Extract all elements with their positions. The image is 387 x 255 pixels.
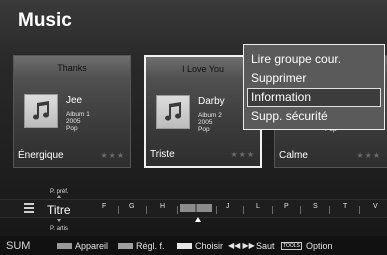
separator <box>146 206 147 214</box>
context-menu: Lire groupe cour. Supprimer Information … <box>243 44 385 130</box>
green-button-icon <box>118 243 133 249</box>
letter-f[interactable]: F <box>102 203 106 210</box>
letter-p[interactable]: P <box>284 203 289 210</box>
letter-g[interactable]: G <box>129 203 134 210</box>
sum-label: SUM <box>6 240 31 252</box>
music-screen: Music Thanks Jee Album 1 2005 Pop Énergi… <box>0 0 387 255</box>
menu-item-play-group[interactable]: Lire groupe cour. <box>247 50 381 69</box>
menu-item-remove-lock[interactable]: Supp. sécurité <box>247 107 381 126</box>
option-button[interactable]: Option <box>306 241 333 251</box>
footer-bar: SUM Appareil Régl. f. Choisir ◀◀ ▶▶ Saut… <box>0 236 387 255</box>
letter-s[interactable]: S <box>313 203 318 210</box>
sort-up-arrow-icon <box>57 195 61 198</box>
device-button[interactable]: Appareil <box>75 241 108 251</box>
card-meta: Album 2 2005 Pop <box>198 112 222 133</box>
sort-down-arrow-icon <box>57 219 61 222</box>
skip-arrows-icon: ◀◀ ▶▶ <box>228 241 255 250</box>
tools-icon: TOOLS <box>281 242 302 250</box>
music-card-thanks[interactable]: Thanks Jee Album 1 2005 Pop Énergique ★★… <box>13 55 131 168</box>
page-title: Music <box>18 10 72 31</box>
menu-item-delete[interactable]: Supprimer <box>247 69 381 88</box>
card-mood: Triste <box>150 149 175 160</box>
menu-item-information[interactable]: Information <box>247 88 381 107</box>
letter-index: F G H J L P S T V <box>0 203 387 214</box>
letter-t[interactable]: T <box>343 203 347 210</box>
red-button-icon <box>57 243 72 249</box>
skip-button[interactable]: Saut <box>256 241 275 251</box>
separator <box>272 206 273 214</box>
card-artist: Jee <box>66 95 83 106</box>
index-caret-icon <box>195 217 201 222</box>
card-artist: Darby <box>198 96 225 107</box>
separator <box>243 206 244 214</box>
sort-option-next[interactable]: P. artis <box>50 226 68 232</box>
card-mood: Calme <box>279 150 308 161</box>
album-art-icon <box>156 95 190 129</box>
card-rating: ★★★ <box>230 150 255 159</box>
letter-j[interactable]: J <box>226 203 230 210</box>
album-art-icon <box>24 94 58 128</box>
separator <box>300 206 301 214</box>
letter-h[interactable]: H <box>160 203 165 210</box>
yellow-button-icon <box>177 243 192 249</box>
card-song-title: Thanks <box>57 63 87 73</box>
card-meta: Album 1 2005 Pop <box>66 111 90 132</box>
separator <box>216 206 217 214</box>
card-rating: ★★★ <box>100 151 125 160</box>
separator <box>177 206 178 214</box>
letter-v[interactable]: V <box>373 203 378 210</box>
settings-button[interactable]: Régl. f. <box>136 241 165 251</box>
card-mood: Énergique <box>18 150 64 161</box>
letter-l[interactable]: L <box>256 203 260 210</box>
choose-button[interactable]: Choisir <box>195 241 223 251</box>
separator <box>118 206 119 214</box>
separator <box>359 206 360 214</box>
separator <box>329 206 330 214</box>
card-rating: ★★★ <box>356 151 381 160</box>
